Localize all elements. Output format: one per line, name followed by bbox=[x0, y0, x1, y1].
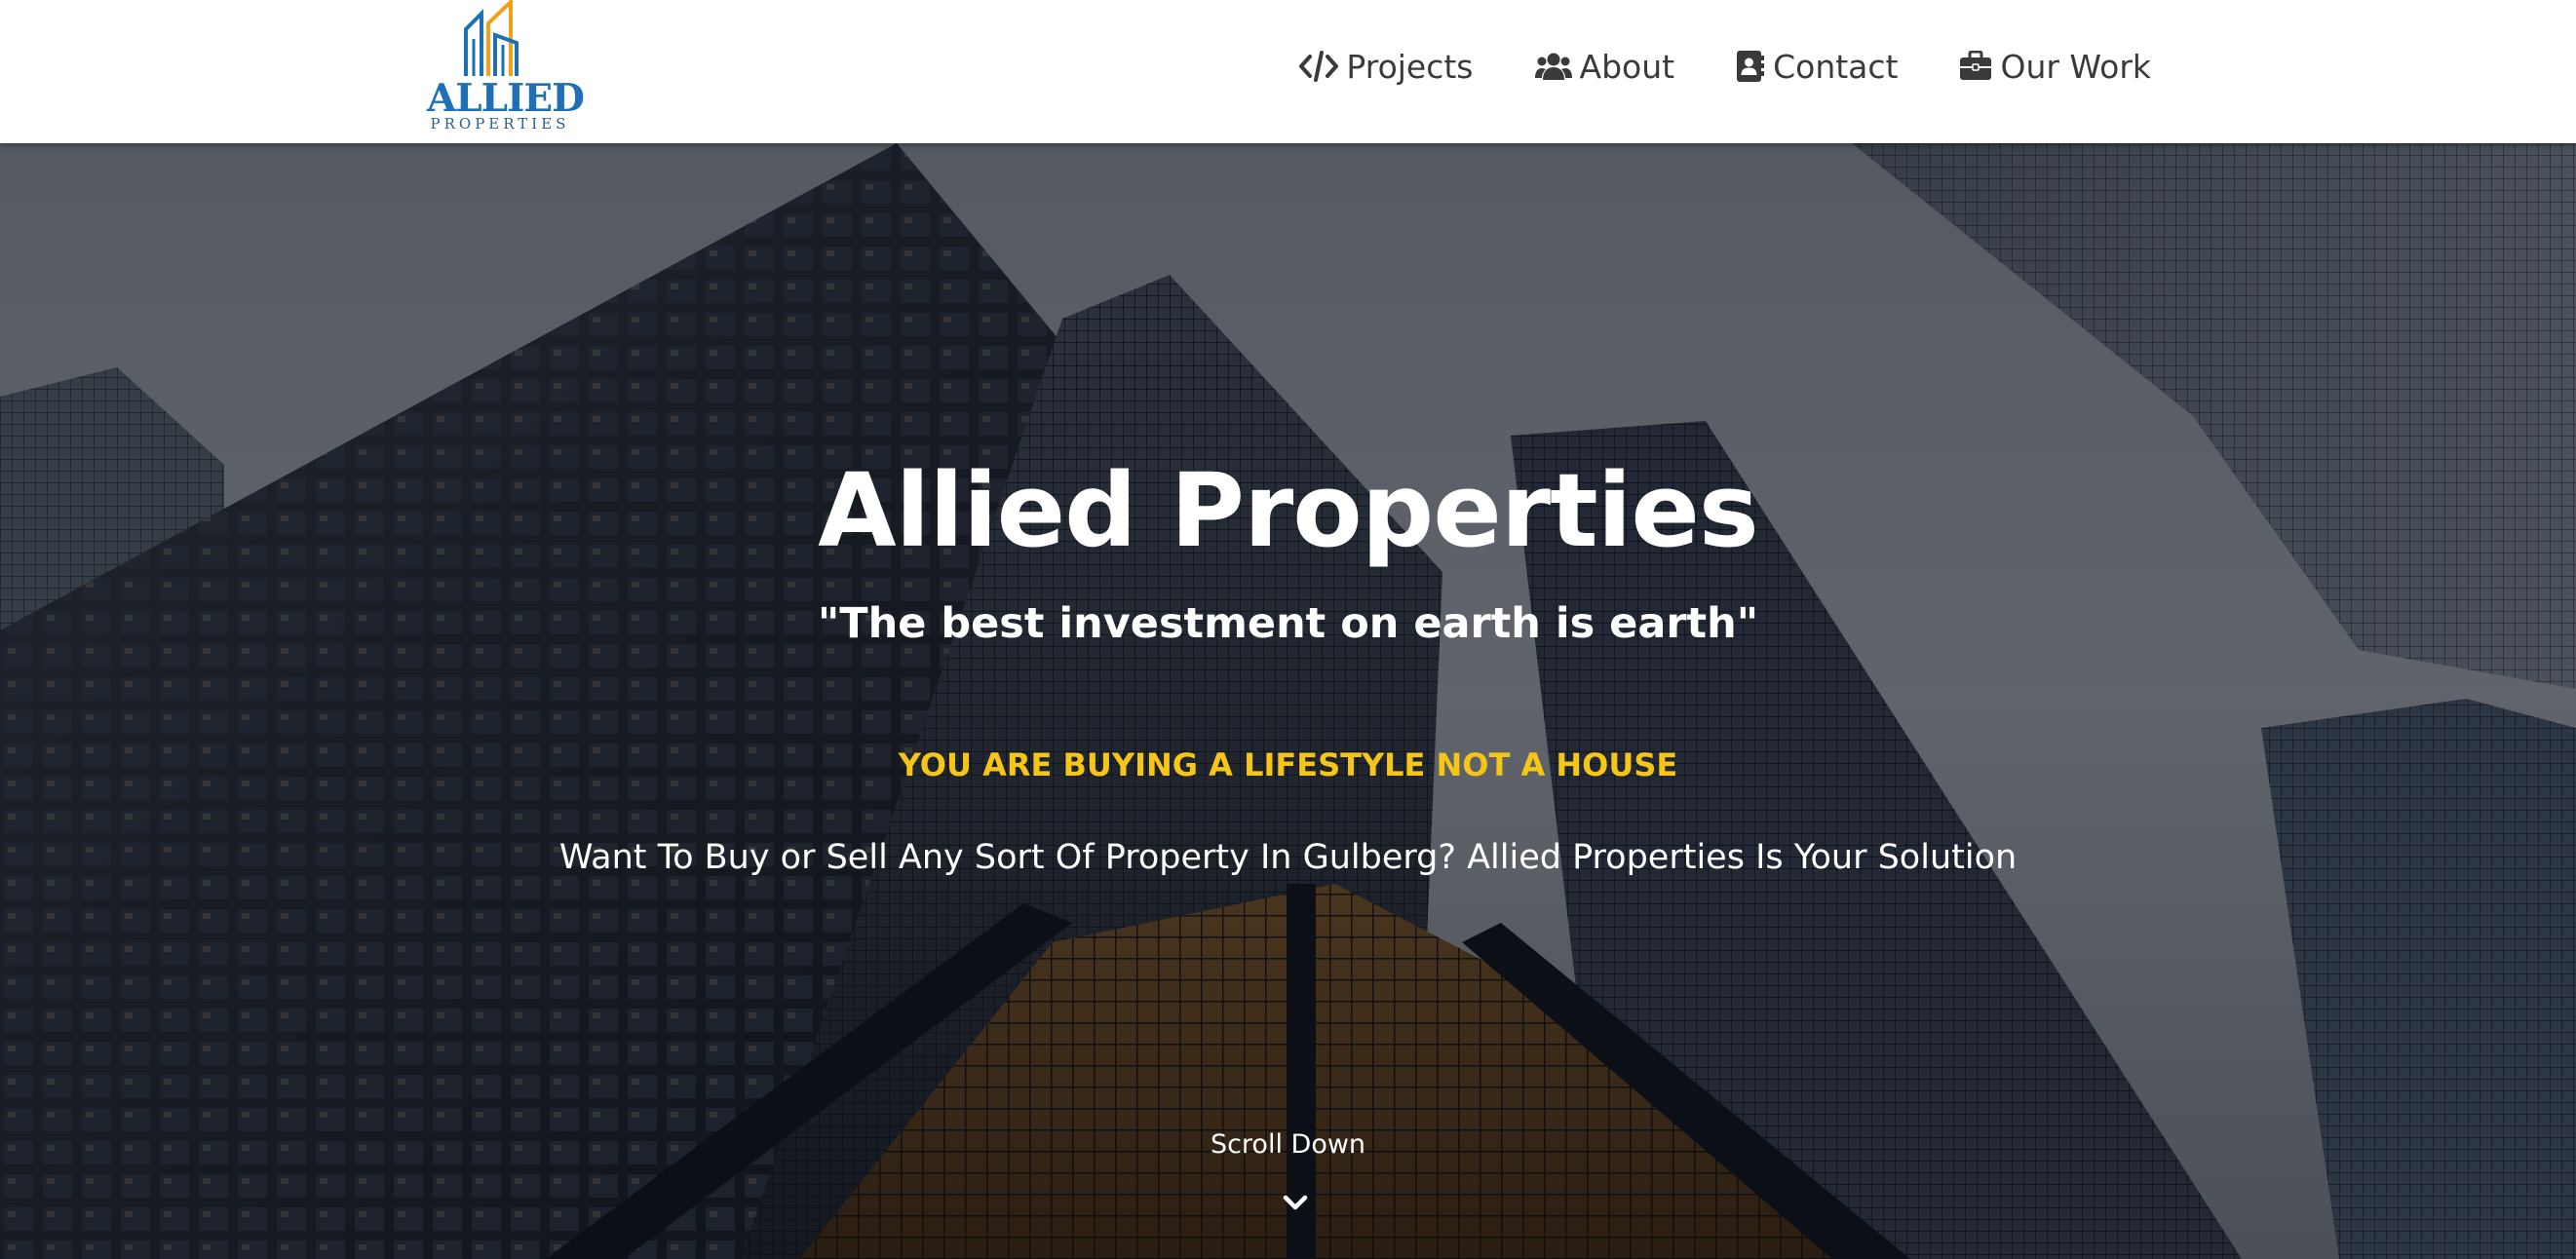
hero-section: Allied Properties "The best investment o… bbox=[0, 143, 2576, 1259]
scroll-down-link[interactable]: Scroll Down bbox=[0, 1131, 2576, 1158]
nav-projects-label: Projects bbox=[1346, 47, 1474, 86]
site-header: ALLIED PROPERTIES Projects About Contact… bbox=[0, 0, 2576, 143]
hero-content: Allied Properties "The best investment o… bbox=[0, 143, 2576, 1259]
code-icon bbox=[1299, 51, 1339, 82]
hero-description: Want To Buy or Sell Any Sort Of Property… bbox=[558, 838, 2018, 877]
nav-about-label: About bbox=[1579, 47, 1675, 86]
address-book-icon bbox=[1736, 50, 1765, 83]
hero-tagline: YOU ARE BUYING A LIFESTYLE NOT A HOUSE bbox=[898, 746, 1678, 783]
nav-our-work[interactable]: Our Work bbox=[1959, 43, 2151, 90]
brand-logo[interactable]: ALLIED PROPERTIES bbox=[427, 0, 585, 138]
logo-subtitle: PROPERTIES bbox=[430, 115, 570, 133]
hero-title: Allied Properties bbox=[818, 451, 1759, 570]
chevron-down-icon[interactable] bbox=[1283, 1193, 1308, 1212]
users-icon bbox=[1534, 51, 1572, 82]
main-navigation: Projects About Contact Our Work bbox=[1299, 43, 2151, 90]
logo-wordmark: ALLIED bbox=[427, 76, 585, 121]
nav-contact-label: Contact bbox=[1773, 47, 1899, 86]
nav-about[interactable]: About bbox=[1534, 43, 1675, 90]
logo-building-icon bbox=[464, 0, 519, 76]
briefcase-icon bbox=[1959, 51, 1992, 82]
nav-contact[interactable]: Contact bbox=[1736, 43, 1898, 90]
nav-projects[interactable]: Projects bbox=[1299, 43, 1474, 90]
hero-quote: "The best investment on earth is earth" bbox=[817, 599, 1759, 648]
nav-our-work-label: Our Work bbox=[2000, 47, 2151, 86]
